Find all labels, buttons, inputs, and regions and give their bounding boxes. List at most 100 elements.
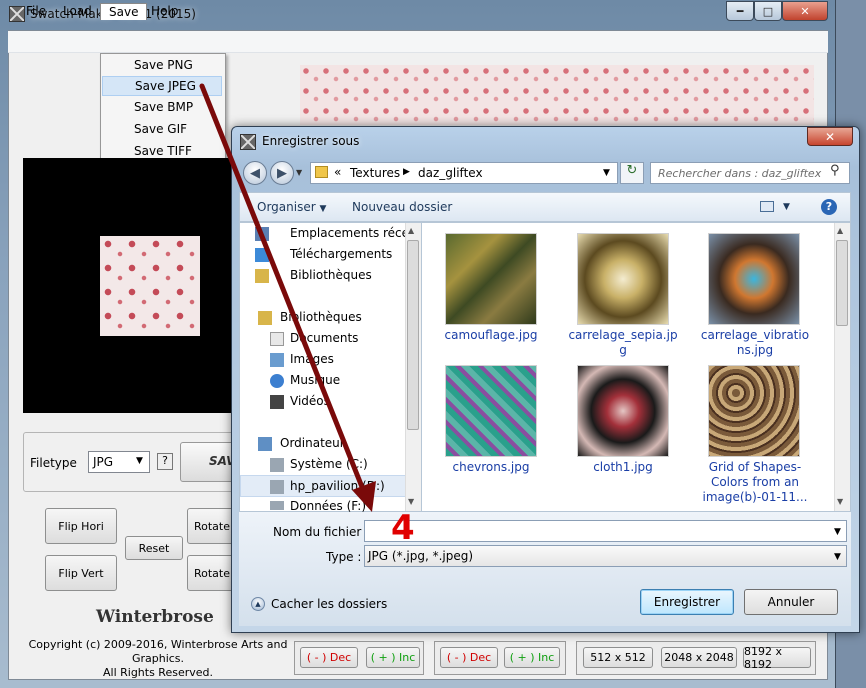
back-arrow-icon[interactable]: ◀: [243, 161, 267, 185]
search-input[interactable]: Rechercher dans : daz_gliftex: [650, 162, 850, 184]
scroll-down-icon[interactable]: ▼: [408, 497, 414, 506]
nav-images[interactable]: Images: [290, 352, 334, 366]
reset-button[interactable]: Reset: [125, 536, 183, 560]
drive-icon: [270, 480, 284, 494]
menu-load[interactable]: Load: [55, 3, 100, 20]
close-button[interactable]: ✕: [782, 1, 828, 21]
nav-videos[interactable]: Vidéos: [290, 394, 330, 408]
files-scroll-thumb[interactable]: [836, 240, 848, 326]
maximize-button[interactable]: □: [754, 1, 782, 21]
menu-save-jpeg[interactable]: Save JPEG: [102, 76, 222, 96]
history-chevron-icon[interactable]: ▼: [296, 168, 302, 177]
breadcrumb-daz-gliftex[interactable]: daz_gliftex: [418, 166, 483, 180]
new-folder-button[interactable]: Nouveau dossier: [352, 200, 452, 214]
drive-icon: [270, 501, 284, 510]
size-2048-button[interactable]: 2048 x 2048: [661, 647, 737, 668]
scroll-up-icon[interactable]: ▲: [837, 226, 843, 235]
copyright-line-2: All Rights Reserved.: [102, 666, 214, 679]
nav-data-drive[interactable]: Données (F:): [290, 499, 366, 512]
annuler-button[interactable]: Annuler: [744, 589, 838, 615]
address-dropdown-icon[interactable]: ▼: [603, 168, 610, 178]
type-dropdown-icon[interactable]: ▼: [834, 552, 841, 562]
flip-hori-button[interactable]: Flip Hori: [45, 508, 117, 544]
view-mode-icon[interactable]: [760, 201, 774, 212]
images-icon: [270, 353, 284, 367]
menu-help[interactable]: Help: [143, 3, 186, 20]
search-icon[interactable]: ⚲: [830, 163, 840, 178]
help-icon[interactable]: ?: [821, 199, 837, 215]
nav-system-drive[interactable]: Système (C:): [290, 457, 406, 471]
dialog-close-button[interactable]: ✕: [807, 127, 853, 146]
nav-libraries[interactable]: Bibliothèques: [280, 310, 362, 324]
filename-label: Nom du fichier :: [273, 525, 370, 539]
nav-documents[interactable]: Documents: [290, 331, 358, 345]
view-dropdown-icon[interactable]: ▼: [783, 202, 790, 212]
libraries-icon: [255, 269, 269, 283]
nav-recent-places[interactable]: Emplacements récents: [290, 226, 406, 240]
file-thumbnail-carrelage-vibrations[interactable]: [708, 233, 800, 325]
file-name-chevrons[interactable]: chevrons.jpg: [436, 460, 546, 475]
scroll-down-icon[interactable]: ▼: [837, 497, 843, 506]
rotate-button[interactable]: Rotate: [187, 508, 237, 544]
computer-icon: [258, 437, 272, 451]
chevron-down-icon: ▼: [136, 456, 143, 466]
type-select[interactable]: JPG (*.jpg, *.jpeg): [364, 545, 847, 567]
flip-vert-button[interactable]: Flip Vert: [45, 555, 117, 591]
documents-icon: [270, 332, 284, 346]
help-button[interactable]: ?: [157, 453, 173, 470]
nav-downloads[interactable]: Téléchargements: [290, 247, 392, 261]
size-512-button[interactable]: 512 x 512: [583, 647, 653, 668]
file-name-cloth1[interactable]: cloth1.jpg: [568, 460, 678, 475]
file-thumbnail-chevrons[interactable]: [445, 365, 537, 457]
menu-save[interactable]: Save: [100, 3, 148, 20]
file-thumbnail-grid-of-shapes[interactable]: [708, 365, 800, 457]
libraries-icon: [258, 311, 272, 325]
dialog-title: Enregistrer sous: [262, 134, 360, 148]
menu-bar: [8, 31, 828, 53]
breadcrumb-textures[interactable]: Textures: [350, 166, 400, 180]
file-name-carrelage-sepia[interactable]: carrelage_sepia.jpg: [568, 328, 678, 358]
enregistrer-button[interactable]: Enregistrer: [640, 589, 734, 615]
filetype-label: Filetype: [30, 456, 77, 470]
nav-computer[interactable]: Ordinateur: [280, 436, 345, 450]
dec-button-1[interactable]: ( - ) Dec: [300, 647, 358, 668]
chevron-down-icon: ▼: [319, 204, 327, 214]
file-thumbnail-cloth1[interactable]: [577, 365, 669, 457]
nav-scroll-thumb[interactable]: [407, 240, 419, 430]
nav-hp-pavilion[interactable]: hp_pavilion (D:): [290, 479, 385, 493]
dec-button-2[interactable]: ( - ) Dec: [440, 647, 498, 668]
copyright-text: Copyright (c) 2009-2016, Winterbrose Art…: [18, 638, 298, 680]
nav-music[interactable]: Musique: [290, 373, 340, 387]
file-name-grid-of-shapes[interactable]: Grid of Shapes-Colors from an image(b)-0…: [700, 460, 810, 512]
filename-dropdown-icon[interactable]: ▼: [834, 527, 841, 537]
minimize-button[interactable]: ━: [726, 1, 754, 21]
menu-save-png[interactable]: Save PNG: [102, 56, 222, 76]
breadcrumb-chevron-icon: «: [334, 165, 342, 179]
copyright-line-1: Copyright (c) 2009-2016, Winterbrose Art…: [28, 638, 288, 665]
nav-libraries-fav[interactable]: Bibliothèques: [290, 268, 372, 282]
annotation-step-number: 4: [391, 508, 415, 548]
scroll-up-icon[interactable]: ▲: [408, 226, 414, 235]
organize-button[interactable]: Organiser ▼: [257, 200, 326, 214]
videos-icon: [270, 395, 284, 409]
file-thumbnail-carrelage-sepia[interactable]: [577, 233, 669, 325]
menu-save-gif[interactable]: Save GIF: [102, 120, 222, 140]
file-thumbnail-camouflage[interactable]: [445, 233, 537, 325]
file-name-carrelage-vibrations[interactable]: carrelage_vibrations.jpg: [700, 328, 810, 358]
menu-save-bmp[interactable]: Save BMP: [102, 98, 222, 118]
inc-button-2[interactable]: ( + ) Inc: [504, 647, 560, 668]
chevron-up-icon[interactable]: ▲: [251, 597, 265, 611]
breadcrumb-separator-icon[interactable]: ▶: [403, 167, 410, 177]
hide-folders-button[interactable]: Cacher les dossiers: [271, 597, 387, 611]
swatch-image: [100, 236, 200, 336]
size-8192-button[interactable]: 8192 x 8192: [743, 645, 811, 671]
winterbrose-logo: Winterbrose: [96, 607, 214, 627]
refresh-icon[interactable]: ↻: [620, 162, 644, 184]
file-name-camouflage[interactable]: camouflage.jpg: [436, 328, 546, 343]
rotate-button-2[interactable]: Rotate: [187, 555, 237, 591]
inc-button-1[interactable]: ( + ) Inc: [366, 647, 420, 668]
forward-arrow-icon[interactable]: ▶: [270, 161, 294, 185]
menu-file[interactable]: File: [18, 3, 54, 20]
filename-input[interactable]: [364, 520, 847, 542]
tiled-pattern-preview: [300, 65, 814, 125]
